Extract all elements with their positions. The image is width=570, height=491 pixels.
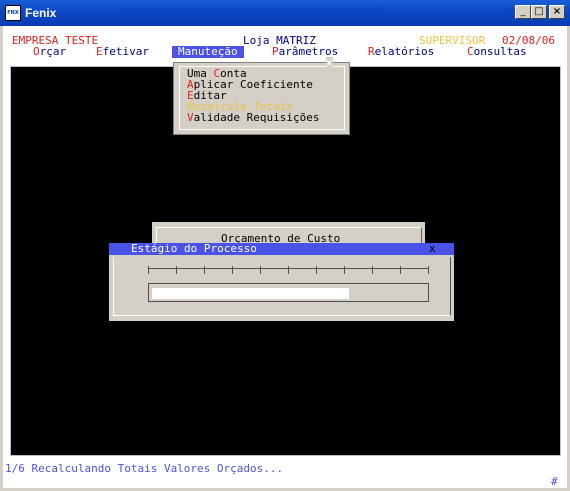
ruler-tick (428, 266, 429, 274)
ruler-tick (204, 266, 205, 274)
menu-consultas[interactable]: Consultas (467, 46, 527, 58)
close-button[interactable]: × (549, 5, 565, 19)
status-indicator: # (551, 475, 558, 488)
ruler-tick (372, 266, 373, 274)
ruler-tick (288, 266, 289, 274)
ruler-tick (344, 266, 345, 274)
dialog-close-icon[interactable]: x (429, 243, 436, 255)
progress-dialog-title: Estágio do Processo (131, 242, 257, 255)
minimize-button[interactable]: _ (515, 5, 531, 19)
menu-relatorios[interactable]: Relatórios (368, 46, 434, 58)
menu-efetivar[interactable]: Efetivar (96, 46, 149, 58)
ruler-tick (400, 266, 401, 274)
ruler-tick (316, 266, 317, 274)
menu-manutencao[interactable]: Manuteção (172, 46, 244, 58)
ruler-tick (148, 266, 149, 274)
status-message: 1/6 Recalculando Totais Valores Orçados.… (5, 462, 284, 475)
progress-bar-fill (152, 288, 349, 299)
menu-orcar[interactable]: Orçar (33, 46, 66, 58)
maximize-button[interactable]: □ (531, 5, 547, 19)
window-title: Fenix (25, 6, 57, 20)
ruler-tick (232, 266, 233, 274)
dropdown-close-icon[interactable]: x (326, 57, 333, 69)
ruler-tick (176, 266, 177, 274)
dropdown-item-validade-requisicoes[interactable]: Validade Requisições (187, 112, 319, 124)
ruler-tick (260, 266, 261, 274)
title-bar[interactable] (0, 0, 570, 26)
app-logo-icon: FNX (5, 5, 21, 21)
